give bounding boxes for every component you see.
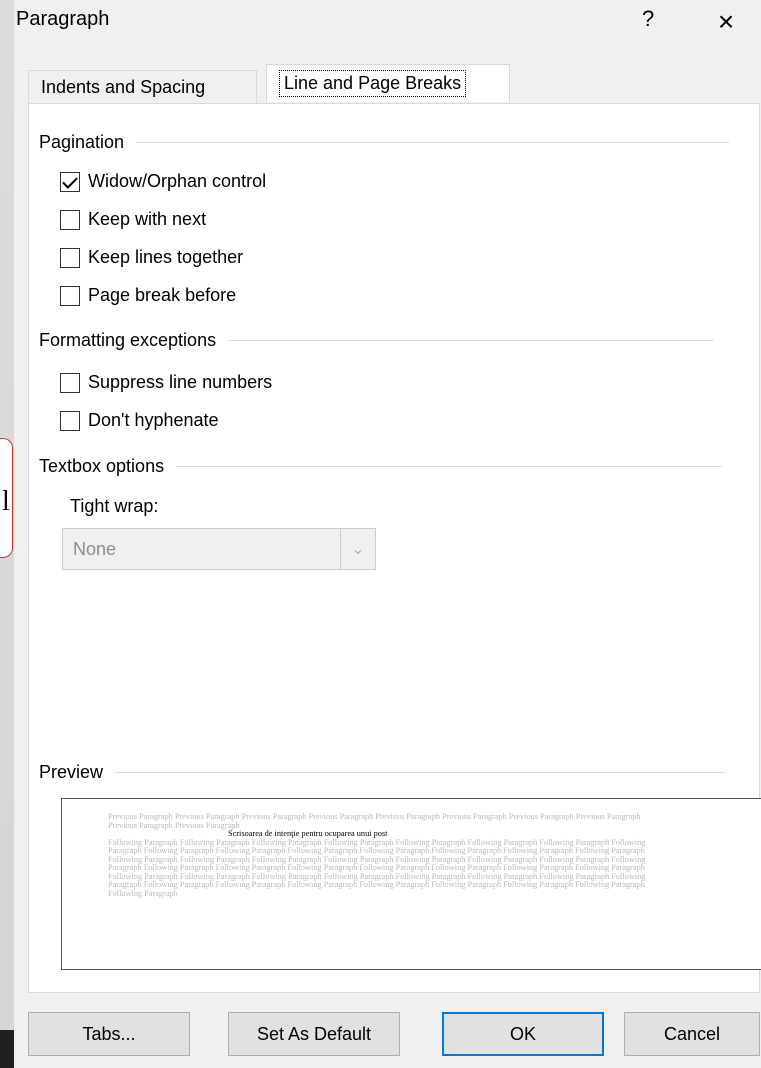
cancel-button[interactable]: Cancel bbox=[624, 1012, 760, 1056]
tight-wrap-value: None bbox=[73, 538, 117, 559]
tight-wrap-dropdown[interactable]: None ⌄ bbox=[62, 528, 376, 570]
section-label: Textbox options bbox=[39, 456, 165, 476]
checkbox-box[interactable] bbox=[60, 247, 80, 268]
suppress-line-numbers-checkbox[interactable]: Suppress line numbers bbox=[60, 372, 272, 393]
checkbox-box[interactable] bbox=[60, 410, 80, 431]
checkbox-label: Keep lines together bbox=[88, 247, 244, 267]
preview-following-paragraph: Following Paragraph Following Paragraph … bbox=[108, 837, 646, 898]
ok-button[interactable]: OK bbox=[442, 1012, 604, 1056]
tabs-button[interactable]: Tabs... bbox=[28, 1012, 190, 1056]
keep-lines-together-checkbox[interactable]: Keep lines together bbox=[60, 247, 243, 268]
section-divider bbox=[115, 772, 726, 773]
pagination-section-heading: Pagination bbox=[39, 132, 730, 153]
checkbox-box[interactable] bbox=[60, 171, 80, 192]
checkbox-label: Page break before bbox=[88, 285, 237, 305]
paragraph-preview: Previous Paragraph Previous Paragraph Pr… bbox=[61, 798, 761, 970]
tab-indents-and-spacing[interactable]: Indents and Spacing bbox=[28, 70, 257, 104]
set-as-default-button[interactable]: Set As Default bbox=[228, 1012, 400, 1056]
widow-orphan-control-checkbox[interactable]: Widow/Orphan control bbox=[60, 171, 266, 192]
close-icon[interactable]: × bbox=[704, 2, 748, 42]
tight-wrap-label: Tight wrap: bbox=[70, 496, 159, 516]
checkbox-box[interactable] bbox=[60, 285, 80, 306]
page-break-before-checkbox[interactable]: Page break before bbox=[60, 285, 236, 306]
checkbox-label: Widow/Orphan control bbox=[88, 171, 267, 191]
section-divider bbox=[136, 142, 730, 143]
formatting-exceptions-section-heading: Formatting exceptions bbox=[39, 330, 715, 351]
preview-section-heading: Preview bbox=[39, 762, 726, 783]
backdrop-text: l bbox=[2, 486, 10, 517]
chevron-down-icon[interactable]: ⌄ bbox=[340, 529, 375, 569]
button-label: OK bbox=[509, 1023, 536, 1044]
keep-with-next-checkbox[interactable]: Keep with next bbox=[60, 209, 206, 230]
button-label: Set As Default bbox=[256, 1023, 372, 1044]
button-label: Cancel bbox=[663, 1023, 721, 1044]
checkbox-label: Don't hyphenate bbox=[88, 410, 219, 430]
section-divider bbox=[228, 340, 715, 341]
help-icon[interactable]: ? bbox=[642, 6, 654, 32]
tab-label: Indents and Spacing bbox=[41, 77, 206, 97]
textbox-options-section-heading: Textbox options bbox=[39, 456, 723, 477]
section-label: Pagination bbox=[39, 132, 125, 152]
checkbox-label: Keep with next bbox=[88, 209, 207, 229]
checkbox-box[interactable] bbox=[60, 209, 80, 230]
button-label: Tabs... bbox=[82, 1023, 136, 1044]
dialog-title: Paragraph bbox=[16, 8, 110, 30]
section-divider bbox=[176, 466, 723, 467]
preview-previous-paragraph: Previous Paragraph Previous Paragraph Pr… bbox=[108, 812, 641, 830]
paragraph-dialog: l Paragraph ? × Indents and Spacing Line… bbox=[0, 0, 761, 1068]
section-label: Formatting exceptions bbox=[39, 330, 217, 350]
dialog-panel: Paragraph ? × Indents and Spacing Line a… bbox=[14, 0, 761, 1068]
tab-line-and-page-breaks[interactable]: Line and Page Breaks bbox=[266, 64, 510, 102]
checkbox-label: Suppress line numbers bbox=[88, 372, 273, 392]
section-label: Preview bbox=[39, 762, 104, 782]
preview-text: Previous Paragraph Previous Paragraph Pr… bbox=[108, 812, 668, 898]
tab-label: Line and Page Breaks bbox=[279, 70, 467, 97]
checkbox-box[interactable] bbox=[60, 372, 80, 393]
dont-hyphenate-checkbox[interactable]: Don't hyphenate bbox=[60, 410, 219, 431]
backdrop-taskbar bbox=[0, 1030, 14, 1068]
